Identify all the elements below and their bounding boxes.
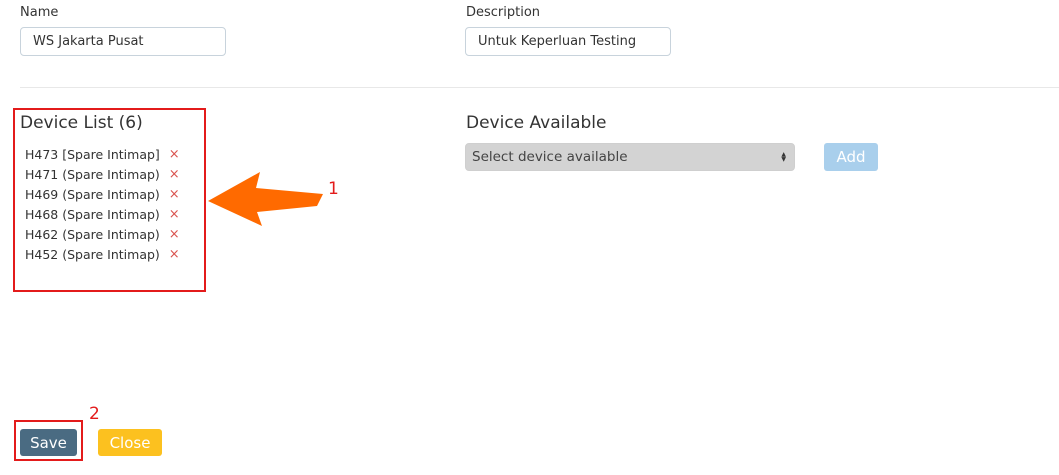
select-placeholder: Select device available (472, 149, 628, 165)
name-label: Name (20, 5, 59, 20)
description-label: Description (466, 5, 541, 20)
device-list-highlight-box (13, 108, 206, 292)
description-input[interactable]: Untuk Keperluan Testing (465, 27, 671, 56)
orange-arrow-icon (208, 172, 323, 226)
device-available-title: Device Available (466, 113, 607, 133)
close-button[interactable]: Close (98, 429, 162, 456)
annotation-marker-1: 1 (328, 179, 339, 199)
select-arrows-icon: ▲ ▼ (781, 151, 786, 163)
section-divider (20, 87, 1059, 88)
save-button-highlight-box (14, 420, 83, 461)
name-input[interactable]: WS Jakarta Pusat (20, 27, 226, 56)
add-button[interactable]: Add (824, 143, 878, 171)
annotation-marker-2: 2 (89, 404, 100, 424)
device-available-select[interactable]: Select device available ▲ ▼ (465, 143, 795, 171)
